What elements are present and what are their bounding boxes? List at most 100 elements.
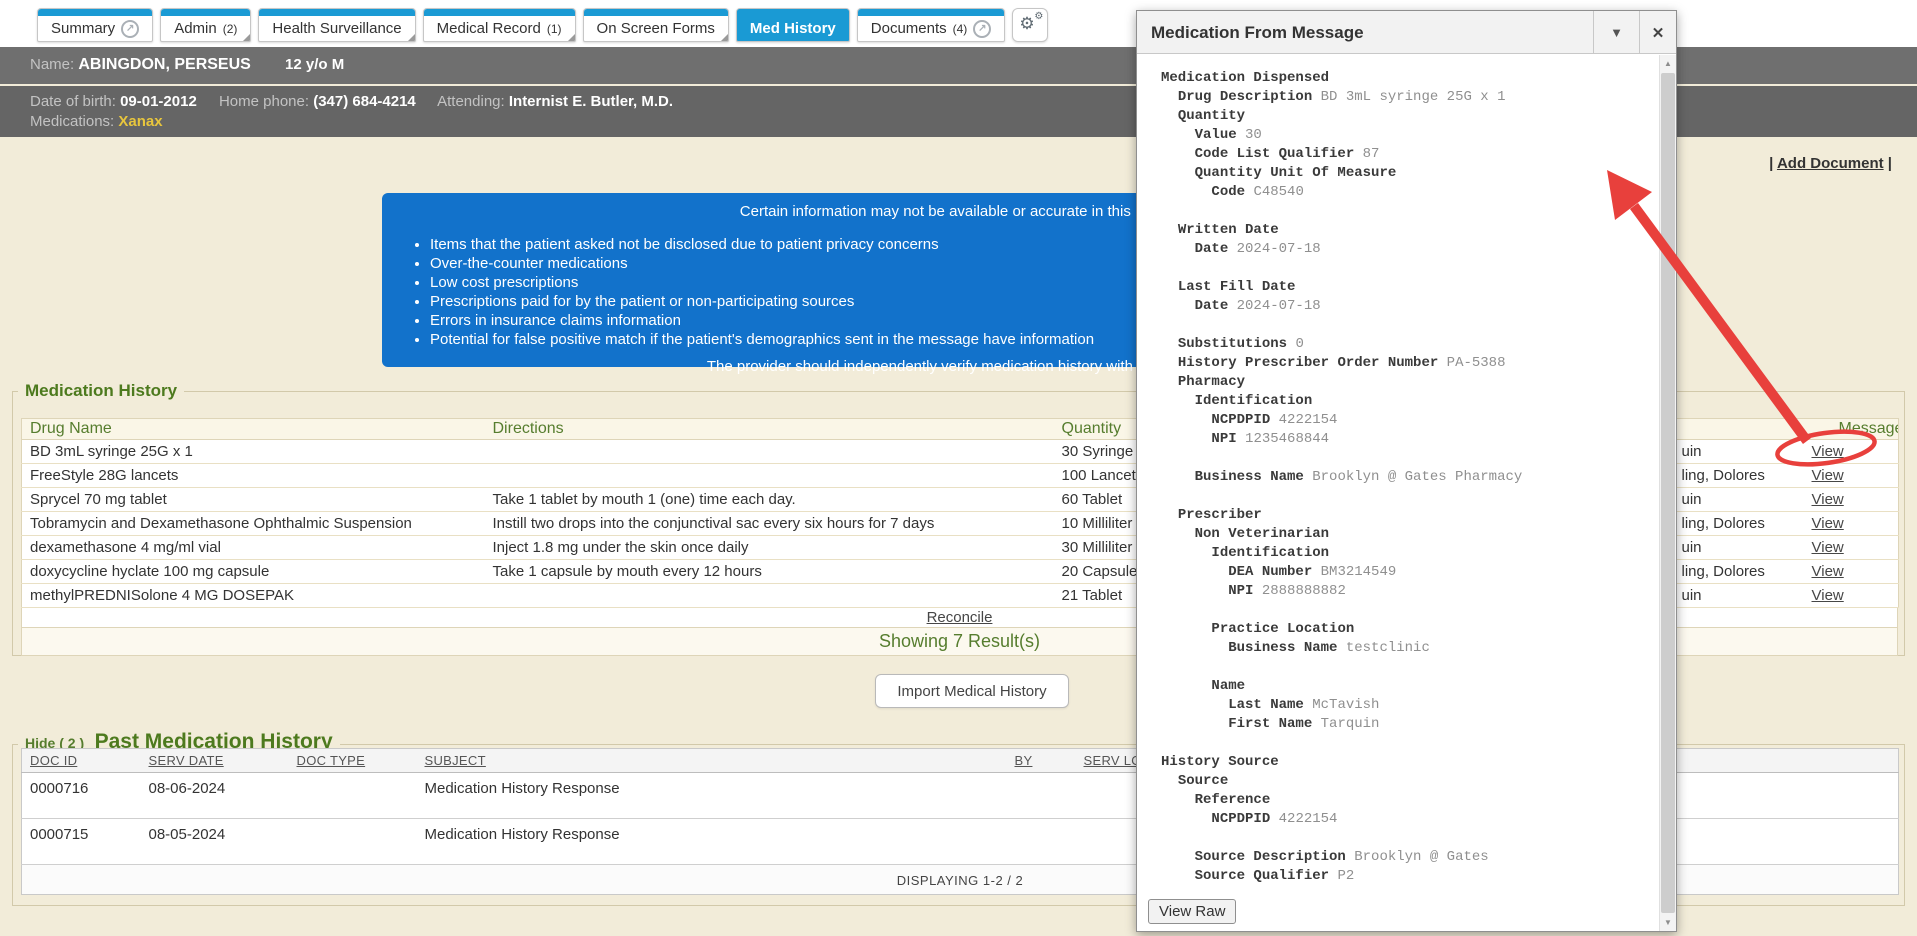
add-document-link[interactable]: Add Document <box>1777 155 1884 172</box>
import-medical-history-button[interactable]: Import Medical History <box>875 674 1069 708</box>
tab-summary[interactable]: Summary ↗ <box>37 8 153 42</box>
past-cell-1: 08-06-2024 <box>141 773 289 819</box>
message-cell: View <box>1802 560 1899 584</box>
scroll-down-icon[interactable]: ▼ <box>1660 914 1676 931</box>
column-header-Message: Message <box>1802 419 1899 440</box>
attending-label: Attending: <box>437 93 505 110</box>
past-column-header: DOC TYPE <box>289 749 417 773</box>
settings-button[interactable]: ⚙⚙ <box>1012 8 1048 42</box>
message-cell: View <box>1802 488 1899 512</box>
tab-count: (2) <box>223 22 238 36</box>
past-column-link[interactable]: DOC ID <box>30 753 77 768</box>
drug-name-cell: doxycycline hyclate 100 mg capsule <box>22 560 485 584</box>
drug-name-cell: dexamethasone 4 mg/ml vial <box>22 536 485 560</box>
dob-value: 09-01-2012 <box>120 93 197 110</box>
past-cell-3: Medication History Response <box>417 773 1007 819</box>
tab-documents[interactable]: Documents(4)↗ <box>857 8 1006 42</box>
tab-admin[interactable]: Admin (2) <box>160 8 251 42</box>
tab-label: Medical Record <box>437 20 541 37</box>
chevron-down-icon: ▼ <box>1610 25 1623 40</box>
past-cell-0: 0000716 <box>22 773 141 819</box>
directions-cell: Instill two drops into the conjunctival … <box>485 512 1054 536</box>
drug-name-cell: FreeStyle 28G lancets <box>22 464 485 488</box>
dialog-header: Medication From Message ▼ ✕ <box>1137 11 1676 54</box>
past-column-header: DOC ID <box>22 749 141 773</box>
medication-history-title: Medication History <box>18 381 184 401</box>
tab-fold-icon <box>721 34 728 41</box>
past-column-link[interactable]: SUBJECT <box>425 753 486 768</box>
past-cell-4 <box>1007 819 1076 865</box>
dialog-scrollbar[interactable]: ▲ ▼ <box>1659 55 1676 931</box>
view-raw-button[interactable]: View Raw <box>1148 899 1236 924</box>
tab-label: Admin <box>174 20 217 37</box>
medications-value[interactable]: Xanax <box>118 113 162 130</box>
reconcile-link[interactable]: Reconcile <box>927 609 993 626</box>
directions-cell <box>485 584 1054 608</box>
tab-fold-icon <box>408 34 415 41</box>
drug-name-cell: Tobramycin and Dexamethasone Ophthalmic … <box>22 512 485 536</box>
past-cell-1: 08-05-2024 <box>141 819 289 865</box>
message-cell: View <box>1802 464 1899 488</box>
tab-count: (1) <box>547 22 562 36</box>
medications-label: Medications: <box>30 113 114 130</box>
view-message-link[interactable]: View <box>1812 491 1844 508</box>
gear-icon: ⚙ <box>1019 14 1034 34</box>
dialog-body: Medication Dispensed Drug Description BD… <box>1137 55 1676 931</box>
tab-on-screen-forms[interactable]: On Screen Forms <box>583 8 729 42</box>
view-message-link[interactable]: View <box>1812 515 1844 532</box>
directions-cell: Inject 1.8 mg under the skin once daily <box>485 536 1054 560</box>
tab-fold-icon <box>243 34 250 41</box>
past-cell-4 <box>1007 773 1076 819</box>
scroll-up-icon[interactable]: ▲ <box>1660 55 1676 72</box>
past-cell-3: Medication History Response <box>417 819 1007 865</box>
patient-name: ABINGDON, PERSEUS <box>78 56 250 73</box>
message-cell: View <box>1802 440 1899 464</box>
phone-label: Home phone: <box>219 93 309 110</box>
tab-medical-record[interactable]: Medical Record (1) <box>423 8 576 42</box>
past-column-link[interactable]: BY <box>1015 753 1033 768</box>
tab-fold-icon <box>568 34 575 41</box>
tab-label: Documents <box>871 20 947 37</box>
directions-cell <box>485 440 1054 464</box>
phone-value: (347) 684-4214 <box>313 93 416 110</box>
external-link-icon: ↗ <box>121 20 139 38</box>
message-cell: View <box>1802 536 1899 560</box>
attending-value: Internist E. Butler, M.D. <box>509 93 673 110</box>
column-header-Directions: Directions <box>485 419 1054 440</box>
close-icon: ✕ <box>1652 24 1665 42</box>
dialog-title: Medication From Message <box>1151 11 1364 54</box>
view-message-link[interactable]: View <box>1812 467 1844 484</box>
message-cell: View <box>1802 584 1899 608</box>
past-cell-2 <box>289 819 417 865</box>
tab-label: Med History <box>750 20 836 37</box>
gear-small-icon: ⚙ <box>1034 11 1043 22</box>
view-message-link[interactable]: View <box>1812 587 1844 604</box>
past-column-link[interactable]: SERV DATE <box>149 753 224 768</box>
directions-cell: Take 1 capsule by mouth every 12 hours <box>485 560 1054 584</box>
medication-from-message-dialog: Medication From Message ▼ ✕ Medication D… <box>1136 10 1677 932</box>
past-cell-2 <box>289 773 417 819</box>
tab-label: Summary <box>51 20 115 37</box>
view-message-link[interactable]: View <box>1812 539 1844 556</box>
directions-cell: Take 1 tablet by mouth 1 (one) time each… <box>485 488 1054 512</box>
message-cell: View <box>1802 512 1899 536</box>
message-detail-text: Medication Dispensed Drug Description BD… <box>1137 55 1659 931</box>
drug-name-cell: BD 3mL syringe 25G x 1 <box>22 440 485 464</box>
past-cell-0: 0000715 <box>22 819 141 865</box>
past-column-link[interactable]: DOC TYPE <box>297 753 366 768</box>
view-message-link[interactable]: View <box>1812 443 1844 460</box>
dob-label: Date of birth: <box>30 93 116 110</box>
tab-label: Health Surveillance <box>272 20 401 37</box>
tab-count: (4) <box>953 22 968 36</box>
dialog-close-button[interactable]: ✕ <box>1640 11 1676 54</box>
patient-age-sex: 12 y/o M <box>285 56 344 73</box>
add-document: | Add Document | <box>1769 155 1892 172</box>
scrollbar-thumb[interactable] <box>1661 73 1675 913</box>
past-column-header: BY <box>1007 749 1076 773</box>
dialog-collapse-button[interactable]: ▼ <box>1594 11 1639 54</box>
view-message-link[interactable]: View <box>1812 563 1844 580</box>
past-column-header: SUBJECT <box>417 749 1007 773</box>
tab-health-surveillance[interactable]: Health Surveillance <box>258 8 415 42</box>
drug-name-cell: methylPREDNISolone 4 MG DOSEPAK <box>22 584 485 608</box>
tab-med-history[interactable]: Med History <box>736 8 850 42</box>
